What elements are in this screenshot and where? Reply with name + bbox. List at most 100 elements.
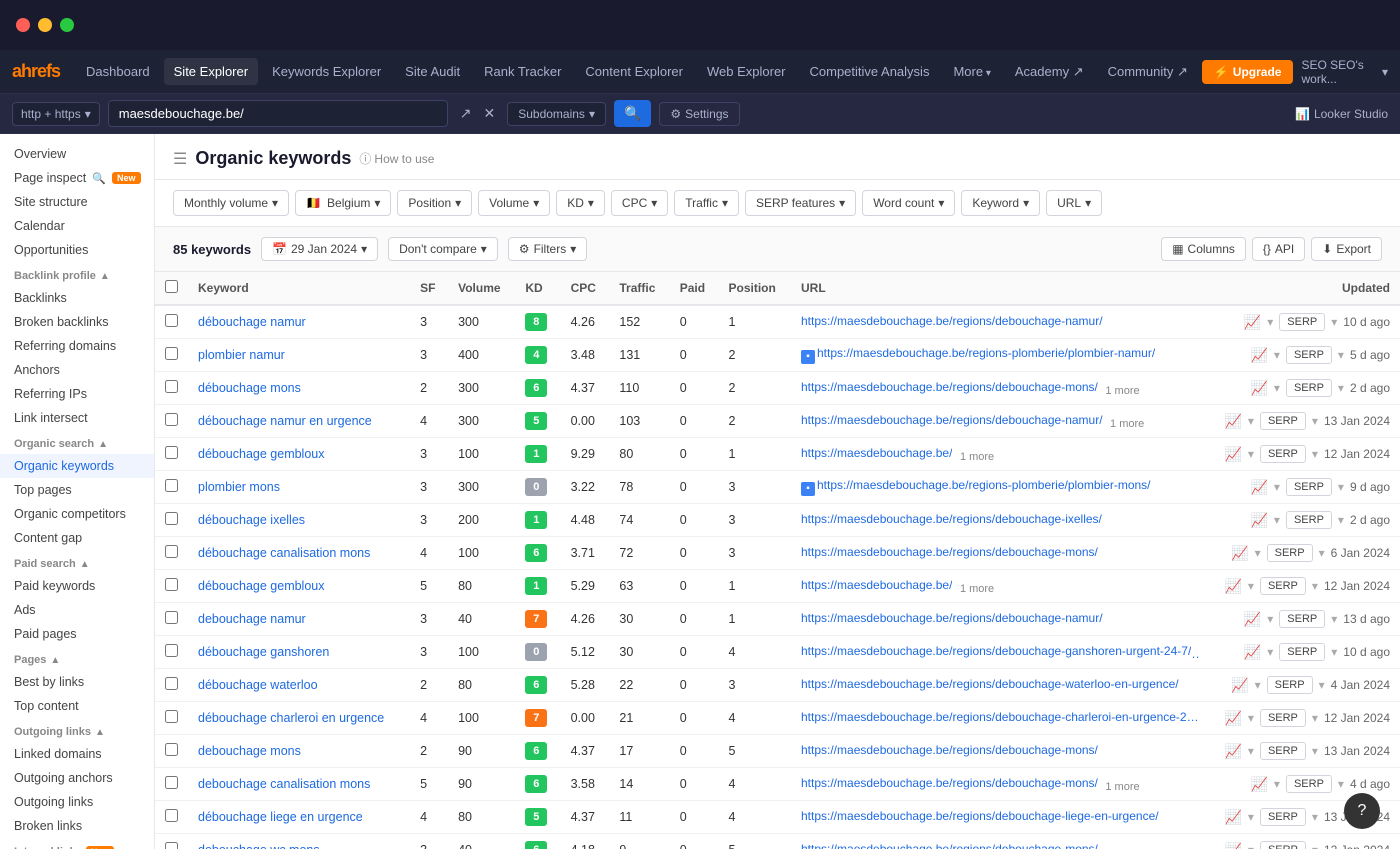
keyword-link[interactable]: débouchage charleroi en urgence: [198, 711, 384, 725]
nav-site-explorer[interactable]: Site Explorer: [164, 58, 258, 85]
th-sf[interactable]: SF: [410, 272, 448, 305]
keyword-link[interactable]: débouchage namur: [198, 315, 306, 329]
row-checkbox[interactable]: [165, 677, 178, 690]
keyword-link[interactable]: débouchage namur en urgence: [198, 414, 372, 428]
url-link[interactable]: https://maesdebouchage.be/regions/debouc…: [801, 545, 1098, 559]
sidebar-item-page-inspect[interactable]: Page inspect 🔍 New: [0, 166, 154, 190]
subdomain-selector[interactable]: Subdomains ▾: [507, 102, 606, 126]
more-urls-link[interactable]: 1 more: [1105, 385, 1139, 397]
url-link[interactable]: https://maesdebouchage.be/regions/debouc…: [801, 809, 1159, 823]
row-checkbox[interactable]: [165, 743, 178, 756]
chart-icon[interactable]: 📈: [1224, 578, 1241, 595]
row-checkbox[interactable]: [165, 479, 178, 492]
serp-button[interactable]: SERP: [1260, 709, 1306, 727]
position-filter[interactable]: Position ▾: [397, 190, 472, 216]
nav-academy[interactable]: Academy ↗: [1005, 58, 1094, 86]
keyword-link[interactable]: debouchage namur: [198, 612, 306, 626]
chart-icon[interactable]: 📈: [1250, 347, 1267, 364]
keyword-filter[interactable]: Keyword ▾: [961, 190, 1040, 216]
chart-icon[interactable]: 📈: [1224, 743, 1241, 760]
row-checkbox[interactable]: [165, 644, 178, 657]
chart-icon[interactable]: 📈: [1224, 413, 1241, 430]
chart-icon[interactable]: 📈: [1250, 479, 1267, 496]
nav-more[interactable]: More: [943, 58, 1000, 85]
more-urls-link[interactable]: 1 more: [1110, 418, 1144, 430]
url-link[interactable]: https://maesdebouchage.be/regions-plombe…: [817, 346, 1155, 360]
keyword-link[interactable]: débouchage gembloux: [198, 579, 325, 593]
row-checkbox[interactable]: [165, 611, 178, 624]
serp-button[interactable]: SERP: [1279, 643, 1325, 661]
keyword-link[interactable]: débouchage mons: [198, 381, 301, 395]
more-urls-link[interactable]: 1 more: [960, 451, 994, 463]
how-to-use-button[interactable]: ⓘ How to use: [359, 150, 434, 167]
row-checkbox[interactable]: [165, 545, 178, 558]
url-link[interactable]: https://maesdebouchage.be/regions/debouc…: [801, 314, 1103, 328]
sidebar-item-broken-links[interactable]: Broken links: [0, 814, 154, 838]
serp-button[interactable]: SERP: [1267, 544, 1313, 562]
nav-content-explorer[interactable]: Content Explorer: [575, 58, 693, 85]
keyword-link[interactable]: debouchage canalisation mons: [198, 777, 370, 791]
url-link[interactable]: https://maesdebouchage.be/regions/debouc…: [801, 413, 1103, 427]
chart-icon[interactable]: 📈: [1250, 512, 1267, 529]
keyword-link[interactable]: débouchage gembloux: [198, 447, 325, 461]
keyword-link[interactable]: plombier namur: [198, 348, 285, 362]
sidebar-item-link-intersect[interactable]: Link intersect: [0, 406, 154, 430]
traffic-light-red[interactable]: [16, 18, 30, 32]
date-selector[interactable]: 📅 29 Jan 2024 ▾: [261, 237, 378, 261]
sidebar-item-top-content[interactable]: Top content: [0, 694, 154, 718]
sidebar-item-organic-keywords[interactable]: Organic keywords: [0, 454, 154, 478]
th-volume[interactable]: Volume: [448, 272, 515, 305]
chart-icon[interactable]: 📈: [1250, 380, 1267, 397]
keyword-link[interactable]: plombier mons: [198, 480, 280, 494]
sidebar-item-content-gap[interactable]: Content gap: [0, 526, 154, 550]
keyword-link[interactable]: debouchage mons: [198, 744, 301, 758]
sidebar-item-backlinks[interactable]: Backlinks: [0, 286, 154, 310]
menu-icon[interactable]: ☰: [173, 149, 187, 169]
sidebar-item-ads[interactable]: Ads: [0, 598, 154, 622]
sidebar-section-internal-links[interactable]: Internal links New ▲: [0, 838, 154, 849]
sidebar-item-paid-pages[interactable]: Paid pages: [0, 622, 154, 646]
serp-button[interactable]: SERP: [1286, 775, 1332, 793]
row-checkbox[interactable]: [165, 809, 178, 822]
url-link[interactable]: https://maesdebouchage.be/regions/debouc…: [801, 842, 1098, 849]
country-filter[interactable]: Belgium ▾: [295, 190, 391, 216]
nav-keywords-explorer[interactable]: Keywords Explorer: [262, 58, 391, 85]
sidebar-item-referring-domains[interactable]: Referring domains: [0, 334, 154, 358]
serp-button[interactable]: SERP: [1260, 412, 1306, 430]
nav-rank-tracker[interactable]: Rank Tracker: [474, 58, 571, 85]
keyword-link[interactable]: débouchage canalisation mons: [198, 546, 370, 560]
word-count-filter[interactable]: Word count ▾: [862, 190, 955, 216]
chart-icon[interactable]: 📈: [1244, 644, 1261, 661]
chart-icon[interactable]: 📈: [1224, 446, 1241, 463]
sidebar-item-top-pages[interactable]: Top pages: [0, 478, 154, 502]
open-url-button[interactable]: ↗: [456, 101, 476, 126]
upgrade-button[interactable]: ⚡ Upgrade: [1202, 60, 1294, 84]
serp-button[interactable]: SERP: [1260, 742, 1306, 760]
search-button[interactable]: 🔍: [614, 100, 651, 127]
url-link[interactable]: https://maesdebouchage.be/regions/debouc…: [801, 743, 1098, 757]
sidebar-item-overview[interactable]: Overview: [0, 142, 154, 166]
sidebar-item-linked-domains[interactable]: Linked domains: [0, 742, 154, 766]
sidebar-section-backlink-profile[interactable]: Backlink profile ▲: [0, 262, 154, 286]
row-checkbox[interactable]: [165, 776, 178, 789]
url-link[interactable]: https://maesdebouchage.be/regions-plombe…: [817, 478, 1151, 492]
nav-site-audit[interactable]: Site Audit: [395, 58, 470, 85]
sidebar-item-anchors[interactable]: Anchors: [0, 358, 154, 382]
row-checkbox[interactable]: [165, 347, 178, 360]
th-updated[interactable]: Updated: [1200, 272, 1400, 305]
th-paid[interactable]: Paid: [670, 272, 719, 305]
traffic-light-yellow[interactable]: [38, 18, 52, 32]
chart-icon[interactable]: 📈: [1244, 611, 1261, 628]
sidebar-item-outgoing-links[interactable]: Outgoing links: [0, 790, 154, 814]
chart-icon[interactable]: 📈: [1224, 710, 1241, 727]
serp-button[interactable]: SERP: [1260, 841, 1306, 849]
keyword-link[interactable]: débouchage waterloo: [198, 678, 318, 692]
api-button[interactable]: {} API: [1252, 237, 1305, 261]
traffic-filter[interactable]: Traffic ▾: [674, 190, 739, 216]
workspace-selector[interactable]: SEO SEO's work... ▾: [1301, 58, 1388, 86]
monthly-volume-filter[interactable]: Monthly volume ▾: [173, 190, 289, 216]
url-link[interactable]: https://maesdebouchage.be/regions/debouc…: [801, 512, 1102, 526]
row-checkbox[interactable]: [165, 413, 178, 426]
nav-dashboard[interactable]: Dashboard: [76, 58, 160, 85]
keyword-link[interactable]: débouchage ganshoren: [198, 645, 329, 659]
